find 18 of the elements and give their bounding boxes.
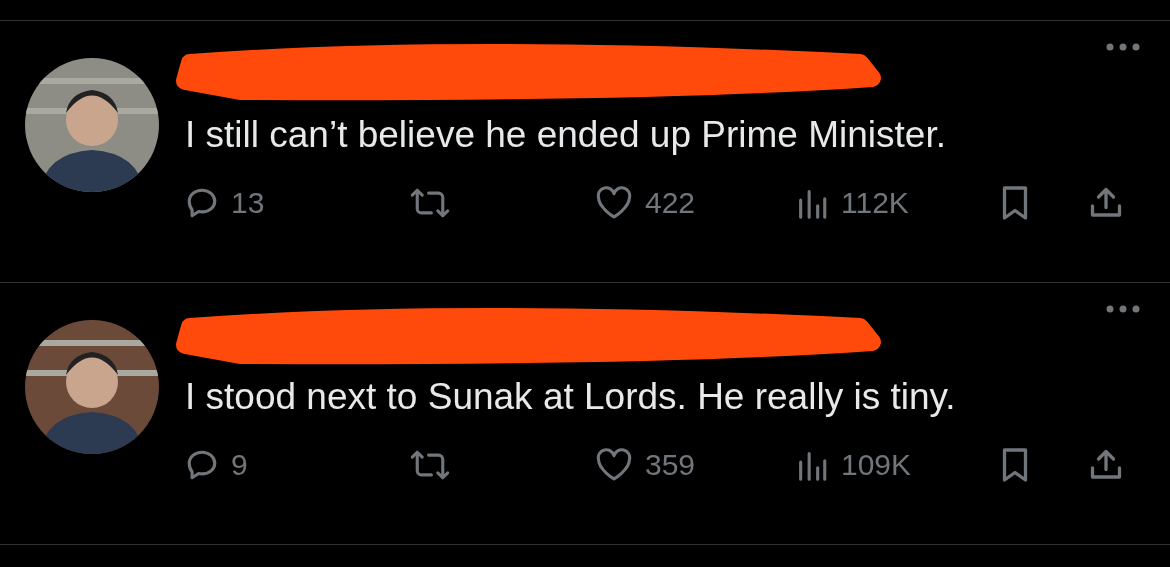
speech-bubble-icon [185,448,219,482]
tweet-text: I stood next to Sunak at Lords. He really is tiny. [185,375,957,419]
repost-icon[interactable] [410,186,450,220]
like-button[interactable]: 359 [595,448,795,482]
like-button[interactable]: 422 [595,186,795,220]
views-button[interactable]: 109K [795,448,1000,482]
reply-button[interactable]: 9 [185,448,410,482]
views-button[interactable]: 112K [795,186,1000,220]
bookmark-icon[interactable] [1000,185,1030,221]
more-icon[interactable] [1106,43,1140,51]
tweet-text: I still can’t believe he ended up Prime Minister. [185,113,947,157]
bookmark-icon[interactable] [1000,447,1030,483]
heart-icon [595,186,633,220]
reply-button[interactable]: 13 [185,186,410,220]
repost-icon[interactable] [410,448,450,482]
heart-icon [595,448,633,482]
speech-bubble-icon [185,186,219,220]
more-icon[interactable] [1106,305,1140,313]
